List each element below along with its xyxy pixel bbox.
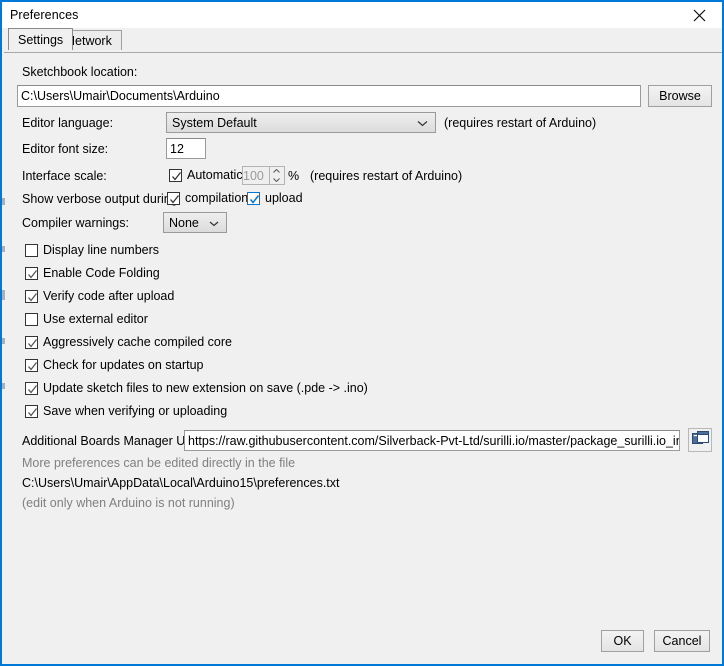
settings-panel: Sketchbook location: C:\Users\Umair\Docu…	[4, 52, 722, 664]
compiler-warnings-value: None	[169, 215, 199, 230]
boards-manager-label: Additional Boards Manager URLs:	[22, 434, 211, 448]
boards-manager-value: https://raw.githubusercontent.com/Silver…	[188, 433, 680, 448]
ok-button[interactable]: OK	[601, 630, 644, 652]
editor-language-value: System Default	[172, 115, 257, 130]
use-external-editor-label: Use external editor	[43, 312, 148, 326]
background-artifact	[2, 338, 5, 344]
automatic-checkbox-label: Automatic	[187, 168, 243, 182]
interface-scale-automatic-row: Automatic	[169, 168, 243, 182]
verify-code-after-upload-label: Verify code after upload	[43, 289, 175, 303]
tab-settings-label: Settings	[18, 33, 64, 47]
verbose-upload-row: upload	[247, 191, 303, 205]
interface-scale-value: 100	[243, 168, 264, 183]
stepper-buttons[interactable]	[268, 167, 284, 185]
save-when-verifying-checkbox[interactable]	[25, 404, 38, 418]
tab-settings[interactable]: Settings	[8, 28, 74, 50]
title-bar: Preferences	[2, 2, 722, 28]
browse-button[interactable]: Browse	[648, 85, 712, 107]
checkbox-row-aggressively-cache-compiled-core: Aggressively cache compiled core	[25, 335, 232, 349]
chevron-down-icon	[417, 116, 428, 130]
stepper-down-icon[interactable]	[270, 176, 284, 185]
cancel-button[interactable]: Cancel	[654, 630, 710, 652]
editor-language-note-row: (requires restart of Arduino)	[444, 116, 596, 130]
editor-language-note: (requires restart of Arduino)	[444, 116, 597, 130]
background-artifact	[2, 290, 5, 300]
editor-font-size-input[interactable]: 12	[166, 138, 206, 159]
boards-manager-label-row: Additional Boards Manager URLs:	[22, 434, 211, 448]
compiler-warnings-label-row: Compiler warnings:	[22, 216, 129, 230]
editor-font-size-label: Editor font size:	[22, 142, 109, 156]
verbose-compilation-row: compilation	[167, 191, 248, 205]
tab-strip: Settings Network	[2, 28, 722, 50]
sketchbook-location-value: C:\Users\Umair\Documents\Arduino	[21, 89, 220, 103]
enable-code-folding-checkbox[interactable]	[25, 266, 38, 280]
upload-checkbox[interactable]	[247, 191, 260, 205]
interface-scale-label: Interface scale:	[22, 169, 107, 183]
sketchbook-location-label: Sketchbook location:	[22, 65, 138, 79]
editor-language-label-row: Editor language:	[22, 116, 113, 130]
interface-scale-note: (requires restart of Arduino)	[310, 169, 463, 183]
background-artifact	[2, 198, 5, 205]
sketchbook-location-label-row: Sketchbook location:	[22, 65, 137, 79]
checkbox-row-verify-code-after-upload: Verify code after upload	[25, 289, 174, 303]
cancel-button-label: Cancel	[662, 634, 702, 648]
interface-scale-stepper[interactable]: 100	[242, 166, 285, 185]
checkbox-row-update-sketch-files: Update sketch files to new extension on …	[25, 381, 368, 395]
checkbox-row-check-for-updates-on-startup: Check for updates on startup	[25, 358, 204, 372]
footer-line1-row: More preferences can be edited directly …	[22, 456, 295, 470]
upload-checkbox-label: upload	[265, 191, 303, 205]
compiler-warnings-label: Compiler warnings:	[22, 216, 129, 230]
percent-symbol: %	[288, 169, 300, 183]
checkbox-row-display-line-numbers: Display line numbers	[25, 243, 159, 257]
window-list-icon	[691, 430, 709, 450]
compilation-checkbox-label: compilation	[185, 191, 249, 205]
display-line-numbers-label: Display line numbers	[43, 243, 160, 257]
close-icon	[693, 9, 706, 22]
interface-scale-label-row: Interface scale:	[22, 169, 107, 183]
editor-language-select[interactable]: System Default	[166, 112, 436, 133]
check-for-updates-on-startup-checkbox[interactable]	[25, 358, 38, 372]
save-when-verifying-label: Save when verifying or uploading	[43, 404, 228, 418]
compilation-checkbox[interactable]	[167, 191, 180, 205]
aggressively-cache-compiled-core-checkbox[interactable]	[25, 335, 38, 349]
checkbox-row-use-external-editor: Use external editor	[25, 312, 148, 326]
compiler-warnings-select[interactable]: None	[163, 212, 227, 233]
stepper-up-icon[interactable]	[270, 167, 284, 176]
footer-more-preferences-text: More preferences can be edited directly …	[22, 456, 296, 470]
checkbox-row-enable-code-folding: Enable Code Folding	[25, 266, 160, 280]
update-sketch-files-label: Update sketch files to new extension on …	[43, 381, 368, 395]
footer-preferences-file-path: C:\Users\Umair\AppData\Local\Arduino15\p…	[22, 476, 340, 490]
sketchbook-location-input[interactable]: C:\Users\Umair\Documents\Arduino	[17, 85, 641, 107]
checkbox-row-save-when-verifying: Save when verifying or uploading	[25, 404, 227, 418]
check-for-updates-on-startup-label: Check for updates on startup	[43, 358, 204, 372]
verify-code-after-upload-checkbox[interactable]	[25, 289, 38, 303]
percent-symbol-row: %	[288, 169, 299, 183]
verbose-output-label: Show verbose output during:	[22, 192, 182, 206]
display-line-numbers-checkbox[interactable]	[25, 243, 38, 257]
background-artifact	[2, 383, 5, 389]
chevron-down-icon	[209, 216, 219, 230]
editor-font-size-label-row: Editor font size:	[22, 142, 108, 156]
verbose-output-label-row: Show verbose output during:	[22, 192, 181, 206]
window-title: Preferences	[10, 8, 79, 22]
interface-scale-note-row: (requires restart of Arduino)	[310, 169, 462, 183]
footer-line2-row: C:\Users\Umair\AppData\Local\Arduino15\p…	[22, 476, 340, 490]
boards-manager-expand-button[interactable]	[688, 428, 712, 452]
close-button[interactable]	[677, 2, 722, 28]
enable-code-folding-label: Enable Code Folding	[43, 266, 160, 280]
browse-button-label: Browse	[659, 89, 701, 103]
footer-line3-row: (edit only when Arduino is not running)	[22, 496, 235, 510]
editor-language-label: Editor language:	[22, 116, 114, 130]
update-sketch-files-checkbox[interactable]	[25, 381, 38, 395]
use-external-editor-checkbox[interactable]	[25, 312, 38, 326]
preferences-dialog: Preferences Settings Network Sketchbook …	[0, 0, 724, 666]
ok-button-label: OK	[613, 634, 632, 648]
automatic-checkbox[interactable]	[169, 168, 182, 182]
aggressively-cache-compiled-core-label: Aggressively cache compiled core	[43, 335, 232, 349]
background-artifact	[2, 246, 5, 252]
editor-font-size-value: 12	[170, 141, 184, 156]
boards-manager-input[interactable]: https://raw.githubusercontent.com/Silver…	[184, 430, 680, 451]
footer-edit-only-text: (edit only when Arduino is not running)	[22, 496, 235, 510]
